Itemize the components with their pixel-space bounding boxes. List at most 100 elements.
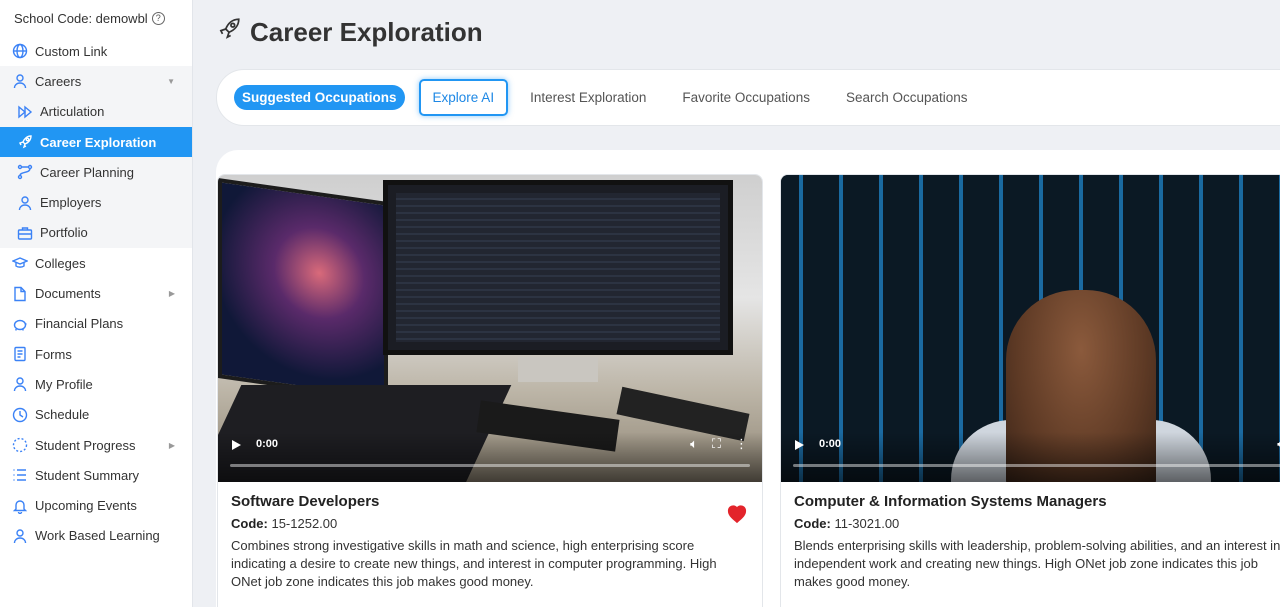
sidebar-item-schedule[interactable]: Schedule	[0, 400, 192, 430]
favorite-heart-icon[interactable]	[726, 504, 748, 524]
video-time: 0:00	[256, 438, 279, 450]
school-code: School Code: demowbl ?	[0, 0, 192, 36]
help-icon[interactable]: ?	[151, 11, 165, 25]
code-value: 11-3021.00	[834, 516, 900, 531]
sidebar-item-custom-link[interactable]: Custom Link	[0, 36, 192, 66]
occupation-code: Code: 11-3021.00	[794, 516, 1280, 531]
school-code-label: School Code: demowbl	[14, 10, 148, 26]
video-progress-bar[interactable]	[230, 464, 750, 467]
page-title-text: Career Exploration	[250, 17, 483, 47]
sidebar-item-label: Employers	[40, 195, 102, 211]
occupation-title[interactable]: Software Developers	[231, 493, 749, 510]
sidebar-item-work-based-learning[interactable]: Work Based Learning	[0, 521, 192, 551]
occupation-title[interactable]: Computer & Information Systems Managers	[794, 493, 1280, 510]
more-options-icon[interactable]: ⋮	[735, 436, 748, 452]
clock-icon	[12, 407, 28, 423]
video-thumbnail-code	[396, 193, 720, 342]
sidebar-item-career-planning[interactable]: Career Planning	[0, 157, 192, 188]
user-icon	[17, 195, 33, 211]
sidebar-item-label: Work Based Learning	[35, 528, 160, 544]
video-player[interactable]: 0:00 🔈︎	[781, 175, 1280, 482]
video-thumbnail-monitor	[383, 180, 733, 355]
code-label: Code:	[794, 516, 831, 531]
sidebar-item-upcoming-events[interactable]: Upcoming Events	[0, 490, 192, 520]
play-icon[interactable]	[232, 440, 241, 450]
tab-search-occupations[interactable]: Search Occupations	[846, 90, 968, 105]
sidebar-item-label: Portfolio	[40, 225, 88, 241]
graduation-cap-icon	[12, 255, 28, 271]
sidebar-item-portfolio[interactable]: Portfolio	[0, 217, 192, 249]
tab-favorite-occupations[interactable]: Favorite Occupations	[682, 90, 810, 105]
sidebar-item-label: Student Summary	[35, 467, 140, 483]
sidebar-item-forms[interactable]: Forms	[0, 339, 192, 369]
tab-bar: Suggested Occupations Explore AI Interes…	[216, 69, 1280, 126]
video-player[interactable]: 0:00 🔈︎ ⛶ ⋮	[218, 175, 762, 482]
sidebar-item-student-summary[interactable]: Student Summary	[0, 460, 192, 490]
page-title: Career Exploration	[216, 16, 483, 49]
user-icon	[12, 528, 28, 544]
code-value: 15-1252.00	[271, 516, 338, 531]
sidebar-item-careers[interactable]: Careers ▼	[0, 66, 192, 97]
progress-icon	[12, 437, 28, 453]
sidebar-item-label: Forms	[35, 346, 72, 362]
sidebar-item-label: Career Planning	[40, 164, 134, 180]
sidebar-item-documents[interactable]: Documents ▶	[0, 278, 192, 308]
occupation-card: 0:00 🔈︎ Computer & Information Systems M…	[780, 174, 1280, 607]
sidebar: School Code: demowbl ? Custom Link Caree…	[0, 0, 193, 607]
sidebar-item-student-progress[interactable]: Student Progress ▶	[0, 430, 192, 460]
sidebar-item-label: Documents	[35, 286, 101, 302]
occupation-description: Combines strong investigative skills in …	[231, 538, 717, 589]
card-body: Software Developers Code: 15-1252.00 Com…	[218, 482, 762, 602]
occupation-description: Blends enterprising skills with leadersh…	[794, 538, 1280, 589]
card-body: Computer & Information Systems Managers …	[781, 482, 1280, 602]
sidebar-item-label: My Profile	[35, 376, 93, 392]
sidebar-item-label: Schedule	[35, 407, 90, 423]
video-progress-bar[interactable]	[793, 464, 1280, 467]
video-time: 0:00	[819, 438, 842, 450]
form-icon	[12, 346, 28, 362]
rocket-icon	[17, 134, 33, 150]
sidebar-item-label: Custom Link	[35, 43, 108, 59]
sidebar-item-label: Financial Plans	[35, 316, 124, 332]
sidebar-item-articulation[interactable]: Articulation	[0, 96, 192, 127]
sidebar-item-label: Careers	[35, 73, 82, 89]
list-icon	[12, 467, 28, 483]
chevron-down-icon: ▼	[167, 76, 175, 86]
globe-icon	[12, 43, 28, 59]
occupation-code: Code: 15-1252.00	[231, 516, 749, 531]
occupations-panel: 0:00 🔈︎ ⛶ ⋮ Software Developers Code: 15…	[216, 150, 1280, 607]
play-icon[interactable]	[795, 440, 804, 450]
sidebar-item-career-exploration[interactable]: Career Exploration	[0, 126, 192, 158]
sidebar-item-colleges[interactable]: Colleges	[0, 248, 192, 278]
sidebar-item-label: Career Exploration	[40, 134, 157, 150]
tab-suggested-occupations[interactable]: Suggested Occupations	[234, 85, 405, 110]
route-icon	[17, 164, 33, 180]
forward-icon	[17, 104, 33, 120]
tab-interest-exploration[interactable]: Interest Exploration	[530, 90, 646, 105]
occupation-card: 0:00 🔈︎ ⛶ ⋮ Software Developers Code: 15…	[217, 174, 763, 607]
sidebar-item-employers[interactable]: Employers	[0, 187, 192, 218]
rocket-icon	[216, 16, 242, 49]
video-controls: 0:00 🔈︎	[781, 432, 1280, 482]
document-icon	[12, 286, 28, 302]
sidebar-item-my-profile[interactable]: My Profile	[0, 369, 192, 399]
briefcase-icon	[17, 225, 33, 241]
chevron-right-icon: ▶	[168, 289, 175, 299]
tab-explore-ai[interactable]: Explore AI	[418, 79, 509, 116]
user-icon	[12, 73, 28, 89]
user-icon	[12, 376, 28, 392]
fullscreen-icon[interactable]: ⛶	[712, 436, 721, 452]
sidebar-item-label: Upcoming Events	[35, 498, 137, 514]
video-thumbnail-stand	[518, 357, 598, 382]
volume-icon[interactable]: 🔈︎	[690, 436, 698, 452]
video-thumbnail	[218, 178, 388, 402]
video-control-icons: 🔈︎ ⛶ ⋮	[690, 436, 748, 452]
video-controls: 0:00 🔈︎ ⛶ ⋮	[218, 432, 762, 482]
sidebar-item-financial-plans[interactable]: Financial Plans	[0, 309, 192, 339]
sidebar-item-label: Student Progress	[35, 437, 136, 453]
chevron-right-icon: ▶	[168, 440, 175, 450]
bell-icon	[12, 498, 28, 514]
sidebar-item-label: Colleges	[35, 255, 86, 271]
code-label: Code:	[231, 516, 268, 531]
sidebar-item-label: Articulation	[40, 104, 105, 120]
